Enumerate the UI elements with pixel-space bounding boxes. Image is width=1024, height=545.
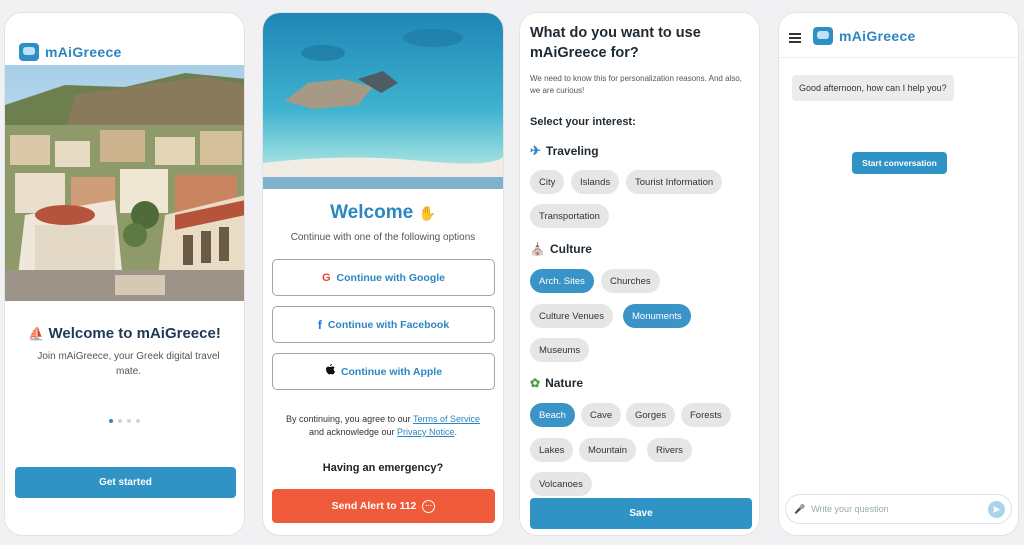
page-dot[interactable]: [127, 419, 131, 423]
page-indicator: [109, 419, 140, 423]
google-button-label: Continue with Google: [336, 271, 446, 284]
chat-screen: mAiGreece Good afternoon, how can I help…: [778, 12, 1019, 536]
chip-mountain[interactable]: Mountain: [579, 438, 637, 462]
bot-greeting-message: Good afternoon, how can I help you?: [792, 75, 954, 101]
category-traveling: ✈ Traveling: [530, 143, 599, 159]
welcome-title-text: Welcome to mAiGreece!: [48, 325, 221, 342]
welcome-title-text: Welcome: [330, 202, 414, 223]
interests-screen: What do you want to use mAiGreece for? W…: [519, 12, 760, 536]
chip-cave[interactable]: Cave: [581, 403, 622, 427]
app-logo: mAiGreece: [813, 27, 916, 45]
welcome-subtitle: Join mAiGreece, your Greek digital trave…: [37, 351, 220, 377]
chip-volcanoes[interactable]: Volcanoes: [530, 472, 592, 496]
start-conversation-button[interactable]: Start conversation: [852, 152, 947, 174]
chip-city[interactable]: City: [530, 170, 565, 194]
category-culture: ⛪ Culture: [530, 242, 592, 256]
apple-icon: [325, 364, 335, 379]
seedling-icon: ✿: [530, 376, 541, 390]
onboarding-screen: mAiGreece ⛵ Welcome to mAiGreece! Join m…: [4, 12, 245, 536]
chip-arch-sites[interactable]: Arch. Sites: [530, 269, 594, 293]
category-label: Culture: [549, 242, 592, 256]
facebook-sign-in-button[interactable]: f Continue with Facebook: [272, 306, 495, 343]
apple-sign-in-button[interactable]: Continue with Apple: [272, 353, 495, 390]
chip-beach[interactable]: Beach: [530, 403, 575, 427]
page-dot[interactable]: [118, 419, 122, 423]
sailboat-icon: ⛵: [28, 326, 45, 341]
page-dot[interactable]: [136, 419, 140, 423]
interests-subtitle: We need to know this for personalization…: [530, 74, 742, 95]
privacy-notice-link[interactable]: Privacy Notice: [397, 427, 455, 437]
send-alert-label: Send Alert to 112: [331, 500, 417, 512]
chat-alert-icon: ···: [422, 499, 436, 513]
get-started-button[interactable]: Get started: [15, 467, 236, 498]
facebook-button-label: Continue with Facebook: [327, 318, 450, 331]
facebook-icon: f: [317, 317, 322, 332]
terms-of-service-link[interactable]: Terms of Service: [413, 414, 480, 424]
chip-churches[interactable]: Churches: [601, 269, 660, 293]
chat-bubble-logo-icon: [813, 27, 833, 45]
apple-button-label: Continue with Apple: [340, 365, 443, 378]
chip-culture-venues[interactable]: Culture Venues: [530, 304, 613, 328]
category-nature: ✿ Nature: [530, 376, 583, 390]
send-alert-button[interactable]: Send Alert to 112 ···: [272, 489, 495, 523]
chip-lakes[interactable]: Lakes: [530, 438, 574, 462]
header-divider: [779, 57, 1018, 58]
chip-islands[interactable]: Islands: [571, 170, 620, 194]
menu-icon[interactable]: [789, 33, 801, 43]
app-name: mAiGreece: [45, 44, 122, 60]
classical-building-icon: ⛪: [530, 242, 545, 256]
airplane-icon: ✈: [530, 143, 541, 158]
hero-photo-sea: [263, 13, 503, 189]
hero-photo-athens: [5, 65, 244, 301]
question-input[interactable]: [811, 504, 982, 514]
save-button[interactable]: Save: [530, 498, 752, 529]
terms-mid-text: and acknowledge our: [308, 427, 395, 438]
select-interest-label: Select your interest:: [530, 116, 636, 128]
app-logo: mAiGreece: [19, 43, 122, 61]
sign-in-screen: Welcome ✋ Continue with one of the follo…: [262, 12, 504, 536]
waving-hand-icon: ✋: [418, 205, 436, 221]
chip-forests[interactable]: Forests: [681, 403, 731, 427]
terms-notice: By continuing, you agree to our Terms of…: [286, 414, 480, 438]
chip-tourist-information[interactable]: Tourist Information: [626, 170, 723, 194]
sign-in-subtitle: Continue with one of the following optio…: [290, 232, 476, 243]
microphone-icon[interactable]: 🎤: [794, 504, 805, 515]
page-dot[interactable]: [109, 419, 113, 423]
terms-prefix-text: By continuing, you agree to our: [286, 414, 411, 424]
interests-title: What do you want to use mAiGreece for?: [530, 25, 701, 61]
chip-transportation[interactable]: Transportation: [530, 204, 609, 228]
chip-monuments[interactable]: Monuments: [623, 304, 691, 328]
chip-gorges[interactable]: Gorges: [626, 403, 676, 427]
chat-bubble-logo-icon: [19, 43, 39, 61]
app-name: mAiGreece: [839, 28, 916, 44]
chip-rivers[interactable]: Rivers: [647, 438, 692, 462]
message-composer: 🎤: [785, 494, 1012, 524]
category-label: Nature: [545, 376, 584, 390]
emergency-heading: Having an emergency?: [322, 462, 444, 474]
welcome-heading: ⛵ Welcome to mAiGreece!: [5, 325, 244, 342]
google-sign-in-button[interactable]: G Continue with Google: [272, 259, 495, 296]
google-icon: G: [321, 271, 331, 284]
send-icon[interactable]: [988, 500, 1005, 518]
chip-museums[interactable]: Museums: [530, 338, 590, 362]
welcome-heading: Welcome ✋: [263, 202, 503, 224]
category-label: Traveling: [545, 144, 599, 158]
